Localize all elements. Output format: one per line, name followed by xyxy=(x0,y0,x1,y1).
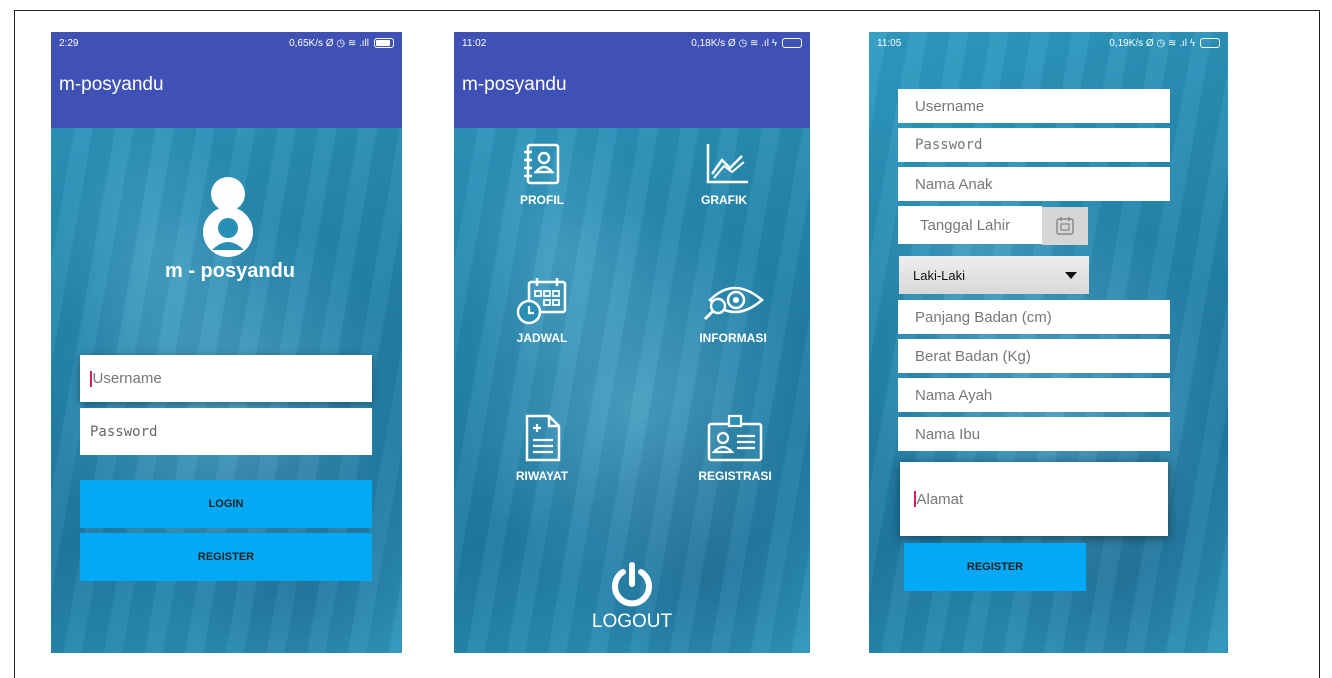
nama-anak-field[interactable]: Nama Anak xyxy=(898,167,1170,201)
register-screen: 11:05 0,19K/s Ø ◷ ≋ .ıl ϟ Username Passw… xyxy=(869,32,1228,653)
power-icon xyxy=(612,562,652,607)
status-indicators: 0,18K/s Ø ◷ ≋ .ıl ϟ xyxy=(691,37,777,49)
menu-item-grafik[interactable]: GRAFIK xyxy=(684,140,764,220)
menu-item-label: GRAFIK xyxy=(701,193,747,207)
gender-select[interactable]: Laki-Laki xyxy=(899,256,1089,294)
status-time: 11:02 xyxy=(462,37,487,49)
menu-item-jadwal[interactable]: JADWAL xyxy=(498,276,586,356)
status-bar: 11:02 0,18K/s Ø ◷ ≋ .ıl ϟ xyxy=(454,32,810,54)
register-button[interactable]: REGISTER xyxy=(80,533,372,581)
tanggal-lahir-field[interactable]: Tanggal Lahir xyxy=(898,206,1042,244)
status-indicators: 0,19K/s Ø ◷ ≋ .ıl ϟ xyxy=(1109,37,1195,49)
battery-icon xyxy=(374,38,394,48)
status-time: 2:29 xyxy=(59,37,79,49)
menu-screen: 11:02 0,18K/s Ø ◷ ≋ .ıl ϟ m-posyandu PRO… xyxy=(454,32,810,653)
berat-badan-placeholder: Berat Badan (Kg) xyxy=(915,347,1031,365)
app-title: m-posyandu xyxy=(59,74,164,95)
logout-label: LOGOUT xyxy=(591,611,673,632)
status-indicators: 0,65K/s Ø ◷ ≋ .ıll xyxy=(289,37,369,49)
panjang-badan-field[interactable]: Panjang Badan (cm) xyxy=(898,300,1170,334)
mother-child-logo-icon xyxy=(203,177,253,257)
battery-icon xyxy=(1200,38,1220,48)
nama-ayah-field[interactable]: Nama Ayah xyxy=(898,378,1170,412)
date-picker-button[interactable] xyxy=(1042,207,1088,245)
id-card-icon xyxy=(707,414,763,462)
logout-button[interactable]: LOGOUT xyxy=(586,562,678,642)
menu-item-label: RIWAYAT xyxy=(515,469,569,483)
password-placeholder: Password xyxy=(90,423,158,440)
logo-text: m - posyandu xyxy=(165,260,296,282)
app-bar: m-posyandu xyxy=(454,54,810,128)
register-button[interactable]: REGISTER xyxy=(904,543,1086,591)
eye-search-icon xyxy=(703,286,764,321)
text-cursor xyxy=(90,370,92,387)
nama-ibu-placeholder: Nama Ibu xyxy=(915,425,981,443)
password-field[interactable]: Password xyxy=(898,128,1170,162)
menu-item-label: INFORMASI xyxy=(699,331,767,345)
password-placeholder: Password xyxy=(915,137,983,153)
menu-item-label: REGISTRASI xyxy=(698,469,772,483)
menu-item-registrasi[interactable]: REGISTRASI xyxy=(680,412,790,492)
status-time: 11:05 xyxy=(877,37,902,49)
menu-item-riwayat[interactable]: RIWAYAT xyxy=(500,412,584,492)
app-bar: m-posyandu xyxy=(51,54,402,128)
panjang-badan-placeholder: Panjang Badan (cm) xyxy=(915,308,1052,326)
password-input[interactable]: Password xyxy=(80,408,372,455)
status-bar: 2:29 0,65K/s Ø ◷ ≋ .ıll xyxy=(51,32,402,54)
status-bar: 11:05 0,19K/s Ø ◷ ≋ .ıl ϟ xyxy=(869,32,1228,54)
text-cursor xyxy=(914,491,916,507)
berat-badan-field[interactable]: Berat Badan (Kg) xyxy=(898,339,1170,373)
calendar-icon xyxy=(1056,217,1074,235)
menu-item-label: JADWAL xyxy=(516,331,568,345)
username-placeholder: Username xyxy=(92,370,162,387)
profile-book-icon xyxy=(524,143,560,185)
nama-anak-placeholder: Nama Anak xyxy=(915,175,993,193)
login-screen: 2:29 0,65K/s Ø ◷ ≋ .ıll m-posyandu m - p… xyxy=(51,32,402,653)
username-placeholder: Username xyxy=(915,97,985,115)
nama-ibu-field[interactable]: Nama Ibu xyxy=(898,417,1170,451)
app-title: m-posyandu xyxy=(462,74,567,95)
alamat-placeholder: Alamat xyxy=(916,490,964,508)
calendar-clock-icon xyxy=(516,278,567,325)
menu-item-label: PROFIL xyxy=(520,193,564,207)
alamat-field[interactable]: Alamat xyxy=(900,462,1168,536)
battery-icon xyxy=(782,38,802,48)
chart-icon xyxy=(706,144,748,184)
menu-item-informasi[interactable]: INFORMASI xyxy=(680,276,786,356)
login-button[interactable]: LOGIN xyxy=(80,480,372,528)
username-input[interactable]: Username xyxy=(80,355,372,402)
gender-selected-value: Laki-Laki xyxy=(913,267,966,283)
document-icon xyxy=(525,414,561,462)
dropdown-arrow-icon xyxy=(1065,271,1077,279)
menu-item-profil[interactable]: PROFIL xyxy=(502,140,582,220)
tanggal-lahir-placeholder: Tanggal Lahir xyxy=(920,216,1011,234)
username-field[interactable]: Username xyxy=(898,89,1170,123)
nama-ayah-placeholder: Nama Ayah xyxy=(915,386,993,404)
